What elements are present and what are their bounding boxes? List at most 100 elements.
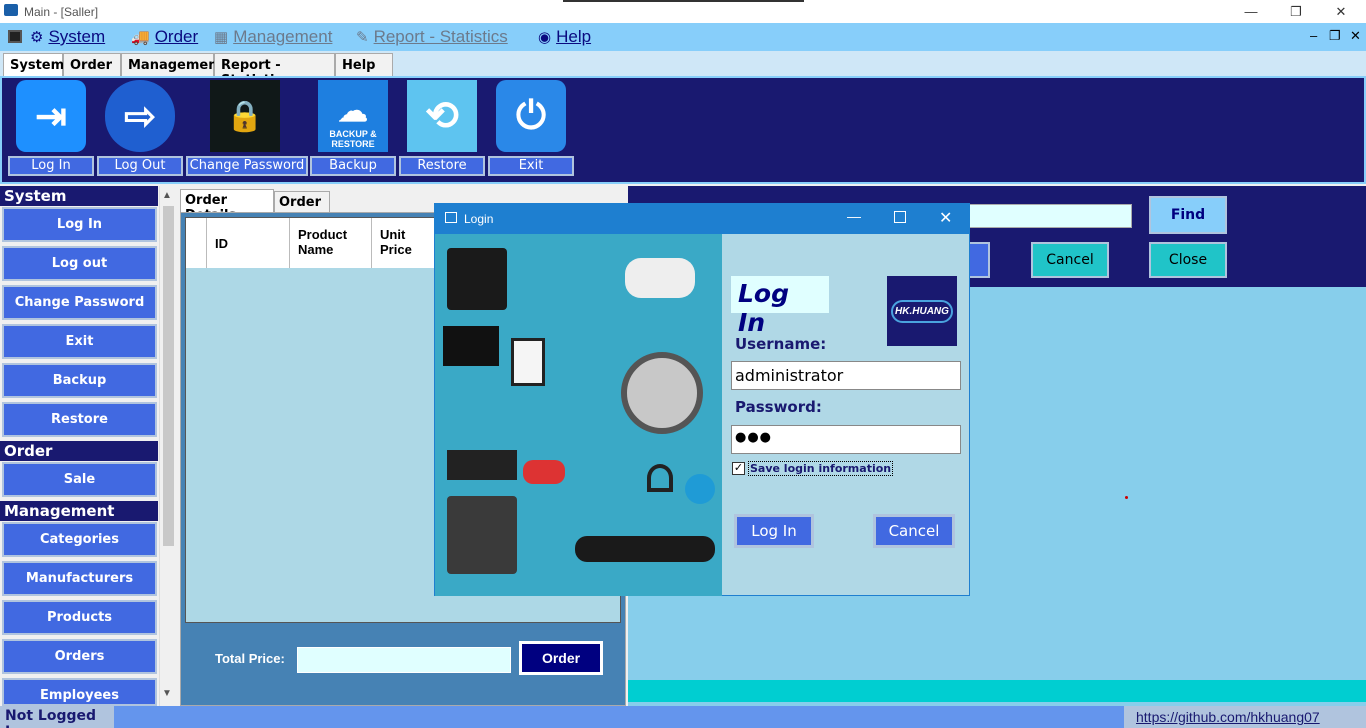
mdi-close-button[interactable]: ✕ — [1350, 28, 1361, 44]
restore-button[interactable]: ❐ — [1273, 0, 1319, 23]
mdi-minimize-button[interactable]: ‒ — [1310, 28, 1317, 43]
lock-icon: 🔒 — [210, 80, 280, 152]
cancel-button[interactable]: Cancel — [873, 514, 955, 548]
mdi-restore-button[interactable]: ❐ — [1329, 28, 1341, 44]
login-status-text: Not Logged In. — [0, 706, 114, 728]
dialog-minimize-button[interactable]: — — [847, 208, 861, 224]
column-header-id[interactable]: ID — [207, 218, 290, 268]
truck-icon: 🚚 — [131, 29, 150, 46]
password-input[interactable]: ●●● — [731, 425, 961, 454]
ribbon-change-password-button[interactable]: 🔒 Change Password — [186, 80, 308, 178]
tab-report-statistics[interactable]: Report - Statistics — [214, 53, 335, 88]
building-icon: ▦ — [214, 29, 229, 46]
ribbon-restore-button[interactable]: ⟲ Restore — [399, 80, 485, 178]
brand-logo: HK.HUANG — [887, 276, 957, 346]
ribbon-label: Log In — [8, 156, 94, 176]
dialog-close-button[interactable]: ✕ — [939, 208, 952, 228]
github-link[interactable]: https://github.com/hkhuang07 — [1124, 706, 1366, 728]
cancel-search-button[interactable]: Cancel — [1031, 242, 1109, 278]
password-label: Password: — [735, 398, 822, 416]
remember-checkbox[interactable]: ✓ — [732, 462, 745, 475]
red-dot-marker — [1125, 496, 1128, 499]
robot-vacuum-shape — [621, 352, 703, 434]
column-header-product-name[interactable]: Product Name — [290, 218, 372, 268]
status-bar: Not Logged In. https://github.com/hkhuan… — [0, 706, 1366, 728]
sidebar-item-logout[interactable]: Log out — [2, 246, 157, 281]
ribbon-label: Change Password — [186, 156, 308, 176]
dialog-maximize-button[interactable] — [894, 211, 906, 223]
sidebar-item-categories[interactable]: Categories — [2, 522, 157, 557]
login-dialog: Login — ✕ Log In HK.HUANG Username: Pass… — [434, 203, 970, 596]
menu-order[interactable]: 🚚 Order — [131, 27, 198, 47]
username-input[interactable] — [731, 361, 961, 390]
login-button[interactable]: Log In — [734, 514, 814, 548]
scroll-down-icon[interactable]: ▼ — [162, 688, 172, 699]
menu-system[interactable]: ⚙ System — [30, 27, 105, 47]
tab-order[interactable]: Order — [63, 53, 121, 76]
scrollbar-thumb[interactable] — [163, 206, 174, 546]
close-panel-button[interactable]: Close — [1149, 242, 1227, 278]
tab-system[interactable]: System — [3, 53, 64, 76]
sidebar-scrollbar[interactable]: ▲ ▼ — [159, 186, 176, 706]
mdi-child-icon — [8, 30, 22, 43]
title-highlight-bar — [563, 0, 804, 2]
sidebar-item-change-password[interactable]: Change Password — [2, 285, 157, 320]
tab-order-details[interactable]: Order Details — [180, 189, 274, 223]
speaker-shape — [685, 474, 715, 504]
cloud-sync-icon: ☁ — [338, 95, 368, 128]
ribbon-label: Log Out — [97, 156, 183, 176]
ribbon-exit-button[interactable]: ⏻ Exit — [488, 80, 574, 178]
total-price-label: Total Price: — [215, 651, 285, 666]
sidebar: System Log In Log out Change Password Ex… — [0, 186, 176, 706]
tablet-shape — [511, 338, 545, 386]
sidebar-item-exit[interactable]: Exit — [2, 324, 157, 359]
order-button[interactable]: Order — [519, 641, 603, 675]
headphones-shape — [647, 464, 673, 492]
tab-order-list[interactable]: Order — [274, 191, 330, 212]
app-icon — [4, 4, 18, 16]
ribbon-login-button[interactable]: ⇥ Log In — [8, 80, 94, 178]
sidebar-item-orders[interactable]: Orders — [2, 639, 157, 674]
login-heading: Log In — [731, 276, 829, 337]
username-label: Username: — [735, 335, 827, 353]
ribbon-panel: ⇥ Log In ⇨ Log Out 🔒 Change Password ☁ B… — [0, 76, 1366, 184]
gadgets-image — [435, 234, 722, 596]
sidebar-header-order: Order — [0, 441, 158, 461]
minimize-button[interactable]: — — [1228, 0, 1274, 23]
ribbon-backup-button[interactable]: ☁ BACKUP & RESTORE Backup — [310, 80, 396, 178]
sidebar-item-employees[interactable]: Employees — [2, 678, 157, 706]
find-button[interactable]: Find — [1149, 196, 1227, 234]
sidebar-item-manufacturers[interactable]: Manufacturers — [2, 561, 157, 596]
drone-shape — [625, 258, 695, 298]
bottom-band — [628, 680, 1366, 702]
sidebar-item-restore[interactable]: Restore — [2, 402, 157, 437]
sidebar-item-products[interactable]: Products — [2, 600, 157, 635]
tab-help[interactable]: Help — [335, 53, 393, 76]
column-header-unit-price[interactable]: Unit Price — [372, 218, 442, 268]
tab-management[interactable]: Management — [121, 53, 224, 76]
ribbon-label: Restore — [399, 156, 485, 176]
skateboard-shape — [575, 536, 715, 562]
mouse-shape — [523, 460, 565, 484]
menu-report-statistics[interactable]: ✎ Report - Statistics — [356, 27, 508, 47]
total-price-field[interactable] — [297, 647, 511, 673]
dialog-title: Login — [464, 212, 494, 226]
menu-management[interactable]: ▦ Management — [214, 27, 332, 47]
sidebar-item-sale[interactable]: Sale — [2, 462, 157, 497]
menu-help[interactable]: ◉ Help — [538, 27, 591, 47]
sidebar-header-system: System — [0, 186, 158, 206]
restore-arrows-icon: ⟲ — [407, 80, 477, 152]
sidebar-item-backup[interactable]: Backup — [2, 363, 157, 398]
close-window-button[interactable]: ✕ — [1318, 0, 1364, 23]
ribbon-logout-button[interactable]: ⇨ Log Out — [97, 80, 183, 178]
ribbon-tab-strip: System Order Management Report - Statist… — [0, 51, 1366, 88]
scroll-up-icon[interactable]: ▲ — [162, 190, 172, 201]
sidebar-item-login[interactable]: Log In — [2, 207, 157, 242]
pc-case-shape — [447, 496, 517, 574]
dialog-window-icon — [445, 212, 457, 223]
laptop-shape — [443, 326, 499, 366]
remember-label[interactable]: Save login information — [748, 461, 894, 476]
search-input[interactable] — [958, 204, 1132, 228]
dialog-titlebar: Login — ✕ — [435, 204, 969, 234]
window-titlebar: Main - [Saller] — ❐ ✕ — [0, 0, 1366, 23]
